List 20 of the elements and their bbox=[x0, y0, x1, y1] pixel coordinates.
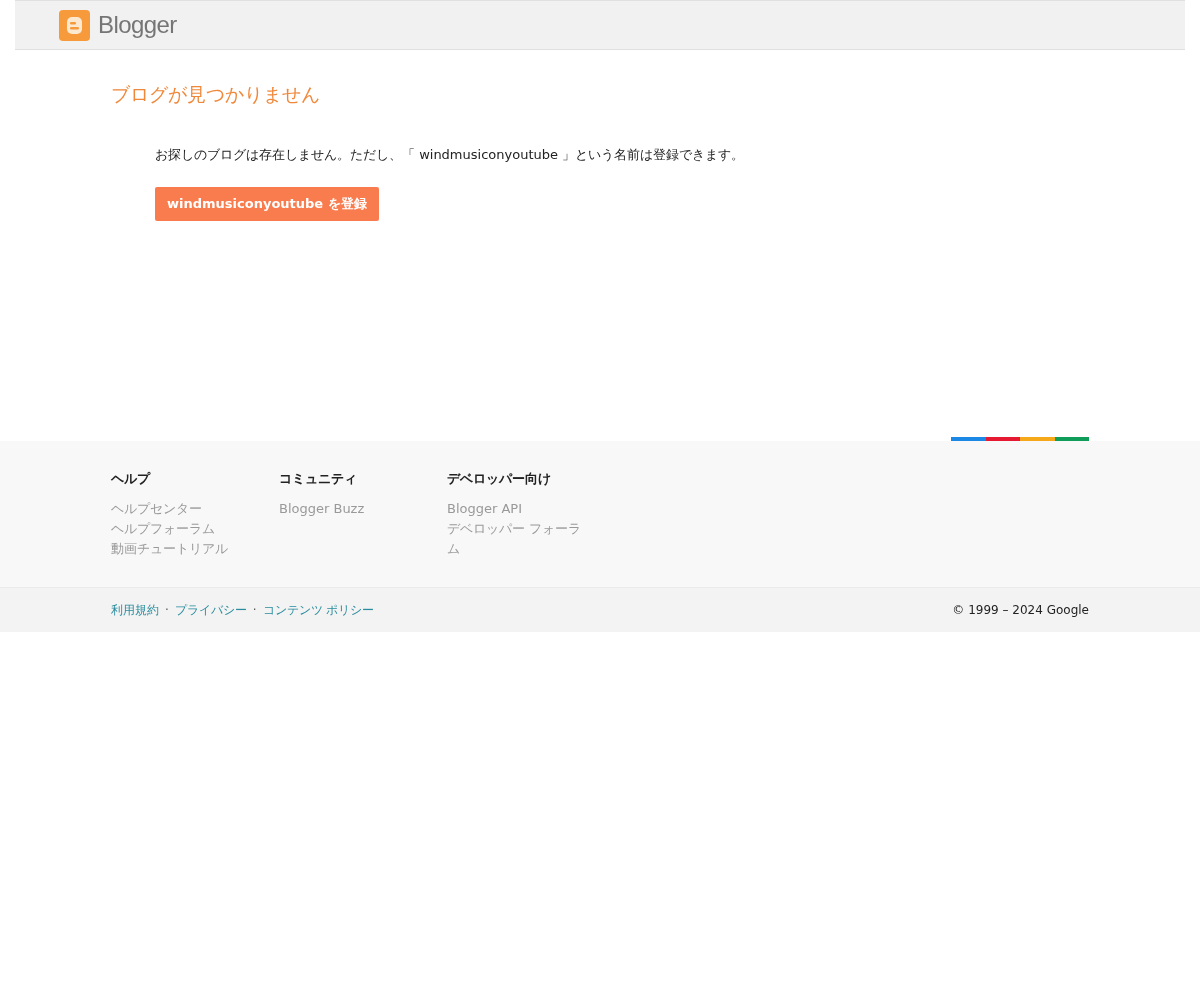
footer-link[interactable]: Blogger API bbox=[447, 498, 523, 519]
legal-link[interactable]: プライバシー bbox=[174, 601, 247, 619]
footer-heading: ヘルプ bbox=[111, 470, 150, 488]
footer-link[interactable]: ヘルプセンター bbox=[111, 498, 202, 519]
footer-link[interactable]: 動画チュートリアル bbox=[111, 538, 228, 559]
page-title: ブログが見つかりません bbox=[111, 82, 321, 107]
copyright-text: © 1999 – 2024 Google bbox=[952, 602, 1089, 619]
footer-link[interactable]: ヘルプフォーラム bbox=[111, 518, 215, 539]
logo-icon bbox=[59, 9, 90, 41]
separator-dot: · bbox=[165, 602, 169, 619]
register-button[interactable]: windmusiconyoutube を登録 bbox=[155, 187, 379, 221]
legal-link[interactable]: 利用規約 bbox=[111, 601, 159, 619]
footer-link[interactable]: デベロッパー フォーラム bbox=[447, 518, 585, 559]
footer-heading: コミュニティ bbox=[279, 470, 357, 488]
footer-link[interactable]: Blogger Buzz bbox=[279, 498, 365, 519]
footer-heading: デベロッパー向け bbox=[447, 470, 551, 488]
legal-link[interactable]: コンテンツ ポリシー bbox=[262, 601, 375, 619]
separator-dot: · bbox=[252, 602, 257, 619]
message-text: お探しのブログは存在しません。ただし、「 windmusiconyoutube 」という名前は登録できます。 bbox=[155, 145, 746, 164]
logo-text[interactable]: Blogger bbox=[98, 7, 177, 43]
